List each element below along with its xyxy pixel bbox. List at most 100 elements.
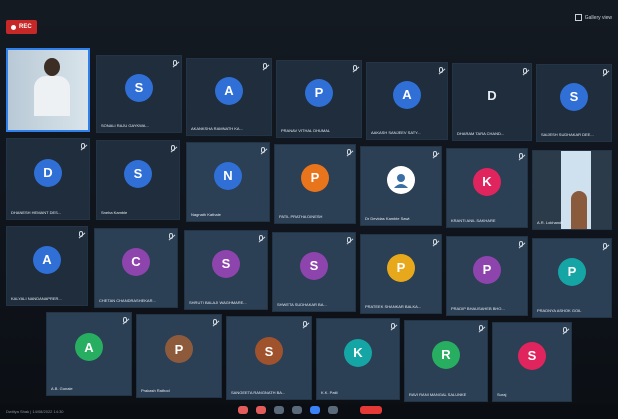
recording-label: REC (19, 24, 32, 30)
chat-button[interactable] (310, 406, 320, 414)
meeting-status-text: Dwitiya Shak | 14/08/2022 14:30 (6, 409, 64, 414)
mic-muted-icon (173, 60, 177, 66)
participant-tile-18[interactable]: S SHWETA SUDHAKAR BA... (272, 232, 356, 312)
mic-muted-icon (563, 327, 567, 333)
mic-muted-icon (523, 68, 527, 74)
participant-name: SHRUTI BALAJI WAGHMARE... (189, 300, 247, 305)
mic-muted-icon (213, 319, 217, 325)
participant-name: PRADNYA ASHOK GOIL (537, 308, 582, 313)
mic-muted-icon (433, 239, 437, 245)
mic-muted-icon (123, 317, 127, 323)
participant-tile-14[interactable]: A.R. Lokhande (532, 150, 612, 230)
mic-muted-icon (519, 153, 523, 159)
avatar (387, 165, 415, 194)
participant-tile-2[interactable]: S SONALI RAJU GAYKWA... (96, 55, 182, 133)
participant-tile-25[interactable]: K K.K. Patil (316, 318, 400, 400)
avatar: K (473, 167, 501, 196)
avatar: D (34, 158, 62, 187)
avatar: A (33, 245, 61, 274)
bottom-toolbar: Dwitiya Shak | 14/08/2022 14:30 (0, 404, 618, 419)
participant-tile-26[interactable]: R RAVI RANI MANGAL SALUNKE (404, 320, 488, 402)
avatar: K (344, 338, 372, 367)
participant-tile-20[interactable]: P PRADIP BHAUSAHEB BHO... (446, 236, 528, 316)
leave-call-button[interactable] (360, 406, 382, 414)
participant-name: KALYALI NANDANAPRER... (11, 296, 62, 301)
avatar: S (560, 82, 588, 111)
avatar: A (393, 80, 421, 109)
camera-button[interactable] (256, 406, 266, 414)
participant-tile-9[interactable]: S Sneha Kamble (96, 140, 180, 220)
participant-name: PRATEEK SHANKAR BALKA... (365, 304, 422, 309)
mic-muted-icon (439, 67, 443, 73)
participant-head (44, 58, 60, 76)
avatar: S (124, 159, 152, 188)
participant-tile-1[interactable] (6, 48, 90, 132)
participant-name: Suraj (497, 392, 507, 397)
mic-button[interactable] (238, 406, 248, 414)
participant-tile-12[interactable]: Dr Devidas Kamble Sawt (360, 146, 442, 226)
avatar: P (473, 255, 501, 284)
participant-tile-21[interactable]: P PRADNYA ASHOK GOIL (532, 238, 612, 318)
avatar: C (122, 247, 150, 276)
share-screen-button[interactable] (274, 406, 284, 414)
recording-indicator[interactable]: REC (6, 20, 37, 34)
avatar: S (125, 73, 153, 102)
mic-muted-icon (479, 325, 483, 331)
avatar: S (518, 341, 546, 370)
participants-button[interactable] (292, 406, 302, 414)
grid-view-icon (574, 14, 582, 21)
participant-tile-5[interactable]: A AAKASH SANJEEV SATY... (366, 62, 448, 140)
participant-tile-13[interactable]: K KRANTI ANIL SAKHARE (446, 148, 528, 228)
mic-muted-icon (81, 143, 85, 149)
avatar: A (215, 76, 243, 105)
participant-name: K.K. Patil (321, 390, 338, 395)
avatar: P (165, 335, 193, 364)
participant-tile-27[interactable]: S Suraj (492, 322, 572, 402)
avatar: N (214, 161, 242, 190)
avatar: P (301, 163, 329, 192)
participant-name: KRANTI ANIL SAKHARE (451, 218, 496, 223)
meeting-screen: REC Gallery view S SONALI RAJU GAYKWA...… (0, 0, 618, 419)
participant-name: RAVI RANI MANGAL SALUNKE (409, 392, 467, 397)
participant-name: Dr Devidas Kamble Sawt (365, 216, 410, 221)
participant-tile-4[interactable]: P PRANAV VITHAL DHUMAL (276, 60, 362, 138)
avatar: P (305, 78, 333, 107)
mic-muted-icon (433, 151, 437, 157)
participant-tile-7[interactable]: S SAIJESH SUDHAKAR DEE... (536, 64, 612, 142)
mic-muted-icon (353, 65, 357, 71)
mic-muted-icon (259, 235, 263, 241)
view-label: Gallery view (584, 14, 612, 21)
more-button[interactable] (328, 406, 338, 414)
participant-tile-17[interactable]: S SHRUTI BALAJI WAGHMARE... (184, 230, 268, 310)
participant-name: PRADIP BHAUSAHEB BHO... (451, 306, 505, 311)
mic-muted-icon (391, 323, 395, 329)
participant-tile-6[interactable]: D DHARAM TARA CHAND... (452, 63, 532, 141)
participant-name: A.R. Lokhande (537, 220, 564, 225)
participant-name: AKANKSHA RAMNATH KA... (191, 126, 243, 131)
participant-tile-8[interactable]: D DHANESH HEMANT DES... (6, 138, 90, 220)
participant-name: AAKASH SANJEEV SATY... (371, 130, 421, 135)
participant-tile-3[interactable]: A AKANKSHA RAMNATH KA... (186, 58, 272, 136)
avatar: D (487, 88, 497, 104)
participant-name: SHWETA SUDHAKAR BA... (277, 302, 327, 307)
participant-tile-16[interactable]: C CHETAN CHANDRASHEKAR... (94, 228, 178, 308)
participant-tile-19[interactable]: P PRATEEK SHANKAR BALKA... (360, 234, 442, 314)
mic-muted-icon (79, 231, 83, 237)
participant-tile-10[interactable]: N Nagnath Kathale (186, 142, 270, 222)
participant-name: SONALI RAJU GAYKWA... (101, 123, 149, 128)
profile-photo-icon (394, 173, 408, 188)
participant-tile-24[interactable]: S SANGEETA RANGNATH BA... (226, 316, 312, 400)
participant-tile-23[interactable]: P Prakash Rathod (136, 314, 222, 398)
participant-tile-15[interactable]: A KALYALI NANDANAPRER... (6, 226, 88, 306)
mic-muted-icon (263, 63, 267, 69)
participant-tile-11[interactable]: P PATIL PRATHA DINESH (274, 144, 356, 224)
participant-name: Sneha Kamble (101, 210, 128, 215)
mic-muted-icon (519, 241, 523, 247)
avatar: S (300, 251, 328, 280)
participant-name: SANGEETA RANGNATH BA... (231, 390, 286, 395)
participant-tile-22[interactable]: A A.B. Gunale (46, 312, 132, 396)
mic-muted-icon (303, 321, 307, 327)
mic-muted-icon (603, 243, 607, 249)
view-switcher[interactable]: Gallery view (574, 14, 612, 21)
mic-muted-icon (169, 233, 173, 239)
